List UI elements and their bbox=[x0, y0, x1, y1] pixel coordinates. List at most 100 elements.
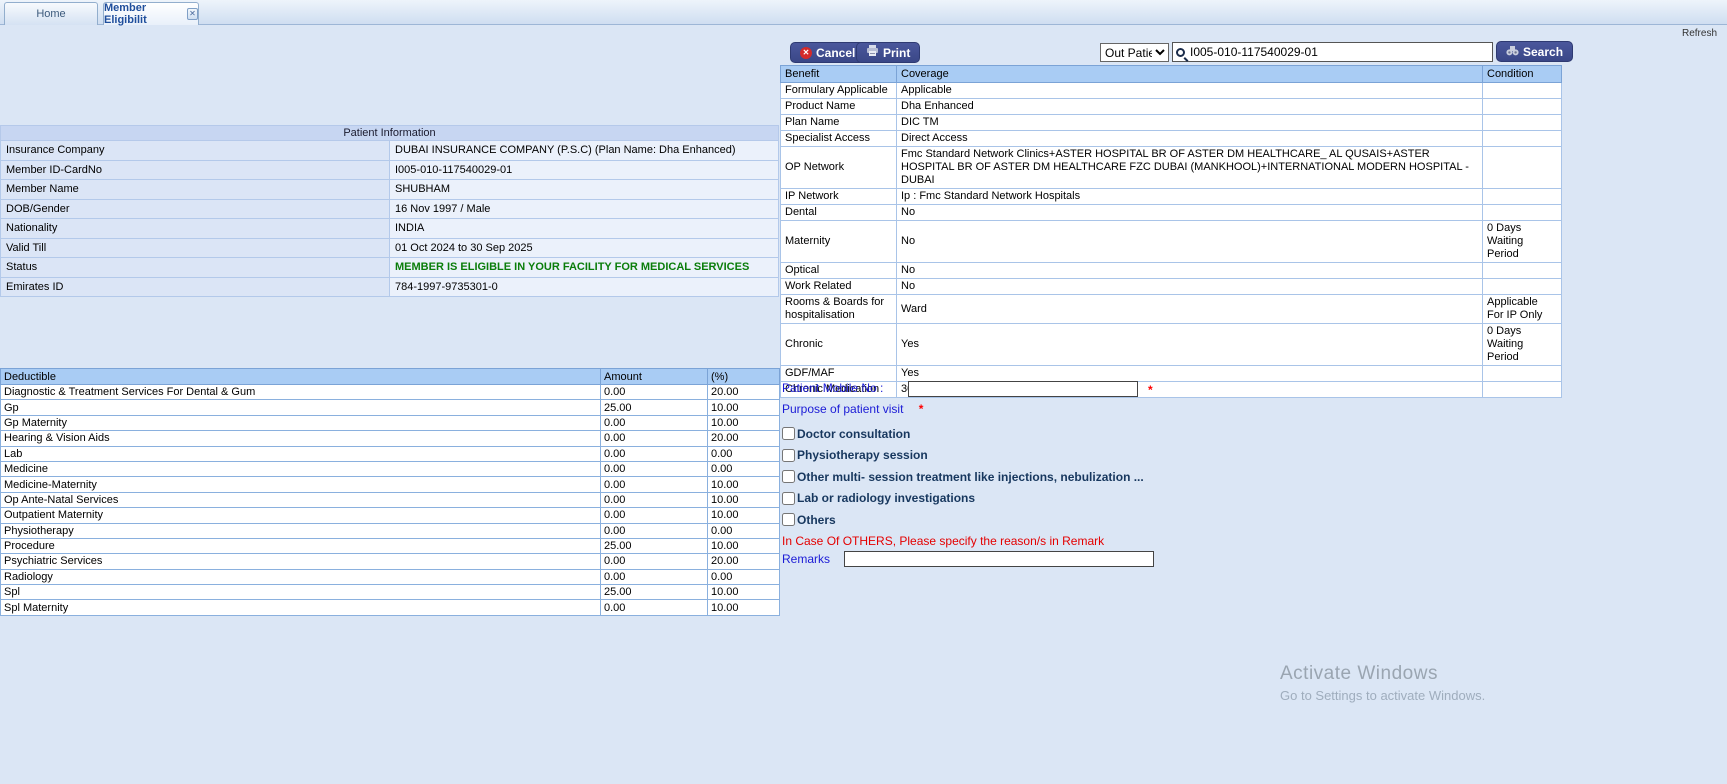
condition-cell bbox=[1482, 278, 1562, 295]
purpose-option-1[interactable]: Physiotherapy session bbox=[782, 448, 1552, 462]
coverage-cell: No bbox=[896, 204, 1483, 221]
percent-cell: 0.00 bbox=[707, 568, 780, 586]
table-row: Lab 0.00 0.00 bbox=[0, 445, 780, 462]
watermark-line2: Go to Settings to activate Windows. bbox=[1280, 688, 1486, 703]
deductible-column-header: Deductible bbox=[0, 368, 601, 385]
benefit-column-header: Benefit bbox=[780, 65, 897, 83]
table-row: Member ID-CardNo I005-010-117540029-01 bbox=[0, 159, 779, 180]
purpose-checkbox-4[interactable] bbox=[782, 513, 795, 526]
print-button-label: Print bbox=[883, 45, 911, 60]
search-box[interactable] bbox=[1172, 42, 1493, 62]
benefit-cell: Chronic bbox=[780, 323, 897, 366]
deductible-name-cell: Diagnostic & Treatment Services For Dent… bbox=[0, 383, 601, 401]
others-note: In Case Of OTHERS, Please specify the re… bbox=[782, 533, 1105, 548]
purpose-label: Purpose of patient visit bbox=[782, 402, 904, 416]
purpose-checkbox-1[interactable] bbox=[782, 448, 795, 462]
amount-cell: 25.00 bbox=[600, 399, 708, 416]
purpose-checkbox-2[interactable] bbox=[782, 470, 795, 483]
benefit-cell: Work Related bbox=[780, 278, 897, 295]
coverage-cell: No bbox=[896, 262, 1483, 279]
table-row: Physiotherapy 0.00 0.00 bbox=[0, 522, 780, 539]
condition-cell bbox=[1482, 82, 1562, 99]
table-row: DOB/Gender 16 Nov 1997 / Male bbox=[0, 198, 779, 219]
patient-type-select[interactable]: Out Patient bbox=[1100, 43, 1169, 62]
percent-cell: 10.00 bbox=[707, 414, 780, 432]
patient-information-title: Patient Information bbox=[0, 125, 779, 141]
amount-cell: 0.00 bbox=[600, 522, 708, 539]
deductible-name-cell: Gp Maternity bbox=[0, 414, 601, 432]
deductible-name-cell: Op Ante-Natal Services bbox=[0, 491, 601, 509]
coverage-cell: Applicable bbox=[896, 82, 1483, 99]
amount-cell: 0.00 bbox=[600, 445, 708, 462]
percent-cell: 0.00 bbox=[707, 522, 780, 539]
refresh-link[interactable]: Refresh bbox=[1682, 28, 1717, 39]
percent-column-header: (%) bbox=[707, 368, 780, 385]
percent-cell: 10.00 bbox=[707, 399, 780, 416]
deductible-name-cell: Medicine bbox=[0, 460, 601, 478]
cancel-button-label: Cancel bbox=[816, 45, 856, 60]
field-label: Insurance Company bbox=[0, 140, 390, 161]
percent-cell: 10.00 bbox=[707, 491, 780, 509]
table-row: OP Network Fmc Standard Network Clinics+A… bbox=[780, 146, 1562, 189]
search-button[interactable]: Search bbox=[1496, 41, 1574, 62]
percent-cell: 0.00 bbox=[707, 445, 780, 462]
remarks-row: Remarks bbox=[782, 550, 1552, 567]
search-icon bbox=[1176, 47, 1185, 57]
remarks-input[interactable] bbox=[844, 550, 1155, 567]
purpose-option-4[interactable]: Others bbox=[782, 513, 1552, 527]
purpose-checkbox-3[interactable] bbox=[782, 491, 795, 505]
field-value: DUBAI INSURANCE COMPANY (P.S.C) (Plan Na… bbox=[389, 140, 779, 161]
amount-cell: 25.00 bbox=[600, 537, 708, 555]
mobile-input[interactable] bbox=[908, 381, 1138, 397]
purpose-option-0[interactable]: Doctor consultation bbox=[782, 427, 1552, 441]
purpose-checkbox-0[interactable] bbox=[782, 427, 795, 440]
table-row: Spl Maternity 0.00 10.00 bbox=[0, 599, 780, 616]
activation-watermark: Activate Windows Go to Settings to activ… bbox=[1280, 663, 1485, 703]
coverage-cell: Ip : Fmc Standard Network Hospitals bbox=[896, 188, 1483, 205]
benefit-cell: Maternity bbox=[780, 220, 897, 263]
field-value: INDIA bbox=[389, 218, 779, 239]
table-row: Specialist Access Direct Access bbox=[780, 130, 1562, 147]
purpose-checkbox-list: Doctor consultation Physiotherapy session… bbox=[782, 427, 1552, 527]
table-row: Rooms & Boards for hospitalisation Ward Ap… bbox=[780, 294, 1562, 324]
field-value: 01 Oct 2024 to 30 Sep 2025 bbox=[389, 237, 779, 258]
deductible-name-cell: Procedure bbox=[0, 537, 601, 555]
table-row: Radiology 0.00 0.00 bbox=[0, 568, 780, 586]
amount-cell: 0.00 bbox=[600, 430, 708, 447]
table-row: Diagnostic & Treatment Services For Dent… bbox=[0, 383, 780, 401]
field-label: Status bbox=[0, 257, 390, 278]
tab-home[interactable]: Home bbox=[4, 2, 98, 25]
deductible-name-cell: Spl Maternity bbox=[0, 599, 601, 616]
search-input[interactable] bbox=[1188, 44, 1489, 60]
table-row: Gp 25.00 10.00 bbox=[0, 399, 780, 416]
field-label: Emirates ID bbox=[0, 276, 390, 297]
close-icon[interactable]: ✕ bbox=[187, 8, 198, 20]
remarks-label: Remarks bbox=[782, 551, 831, 566]
condition-cell bbox=[1482, 204, 1562, 221]
deductible-name-cell: Radiology bbox=[0, 568, 601, 586]
percent-cell: 20.00 bbox=[707, 383, 780, 401]
percent-cell: 10.00 bbox=[707, 507, 780, 524]
tab-member-eligibility[interactable]: Member Eligibilit ✕ bbox=[103, 2, 199, 26]
percent-cell: 10.00 bbox=[707, 476, 780, 493]
field-value: 784-1997-9735301-0 bbox=[389, 276, 779, 297]
benefit-cell: Product Name bbox=[780, 98, 897, 115]
table-row: IP Network Ip : Fmc Standard Network Hosp… bbox=[780, 188, 1562, 205]
cancel-icon bbox=[800, 46, 812, 59]
field-value: SHUBHAM bbox=[389, 179, 779, 200]
table-row: Optical No bbox=[780, 262, 1562, 279]
amount-cell: 0.00 bbox=[600, 414, 708, 432]
print-button[interactable]: Print bbox=[856, 42, 921, 63]
percent-cell: 10.00 bbox=[707, 599, 780, 616]
amount-cell: 0.00 bbox=[600, 491, 708, 509]
table-row: Plan Name DIC TM bbox=[780, 114, 1562, 131]
purpose-option-2[interactable]: Other multi- session treatment like inje… bbox=[782, 470, 1552, 484]
deductible-name-cell: Spl bbox=[0, 584, 601, 601]
binoculars-icon bbox=[1506, 45, 1519, 59]
cancel-button[interactable]: Cancel bbox=[790, 42, 866, 63]
field-value: MEMBER IS ELIGIBLE IN YOUR FACILITY FOR … bbox=[389, 257, 779, 278]
field-value: 16 Nov 1997 / Male bbox=[389, 198, 779, 219]
patient-information-table: Patient Information Insurance Company DUB… bbox=[0, 125, 779, 297]
purpose-option-3[interactable]: Lab or radiology investigations bbox=[782, 491, 1552, 505]
mobile-label: Patient Mobile No : bbox=[782, 381, 884, 395]
